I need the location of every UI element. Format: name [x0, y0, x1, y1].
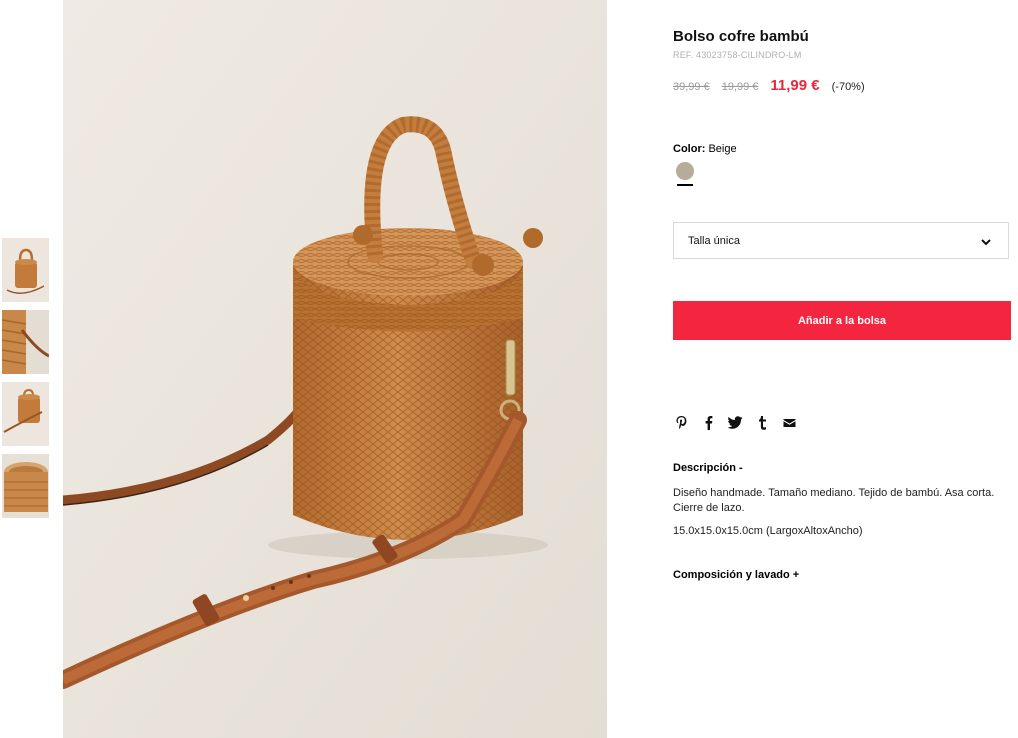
description-text: Diseño handmade. Tamaño mediano. Tejido …: [673, 487, 995, 514]
composition-toggle[interactable]: Composición y lavado +: [673, 569, 799, 581]
price-block: 39,99 € 19,99 € 11,99 € (-70%): [673, 77, 865, 94]
chevron-down-icon: [980, 235, 992, 253]
thumbnail-1[interactable]: [2, 238, 49, 302]
thumbnail-2[interactable]: [2, 310, 49, 374]
color-label: Color: Beige: [673, 143, 737, 155]
product-dimensions: 15.0x15.0x15.0cm (LargoxAltoxAncho): [673, 525, 863, 537]
color-label-title: Color:: [673, 143, 706, 155]
sale-price: 11,99 €: [770, 77, 820, 94]
thumbnail-4[interactable]: [2, 454, 49, 518]
selected-swatch-indicator: [677, 184, 693, 186]
product-title: Bolso cofre bambú: [673, 28, 809, 45]
description-toggle[interactable]: Descripción -: [673, 462, 743, 474]
product-image: [63, 0, 607, 738]
tumblr-icon[interactable]: [754, 414, 771, 431]
product-reference: REF. 43023758-CILINDRO-LM: [673, 50, 802, 60]
size-select[interactable]: Talla única: [673, 222, 1009, 259]
previous-price: 19,99 €: [721, 81, 759, 93]
add-to-bag-button[interactable]: Añadir a la bolsa: [673, 301, 1011, 340]
color-value: Beige: [708, 143, 737, 155]
pinterest-icon[interactable]: [673, 414, 690, 431]
size-select-value: Talla única: [688, 235, 740, 247]
email-icon[interactable]: [781, 414, 798, 431]
thumbnail-list: [2, 238, 49, 526]
facebook-icon[interactable]: [700, 414, 717, 431]
twitter-icon[interactable]: [727, 414, 744, 431]
color-swatch-beige[interactable]: [676, 162, 694, 180]
discount-badge: (-70%): [831, 81, 865, 93]
share-bar: [673, 414, 798, 431]
thumbnail-3[interactable]: [2, 382, 49, 446]
original-price: 39,99 €: [673, 81, 710, 93]
